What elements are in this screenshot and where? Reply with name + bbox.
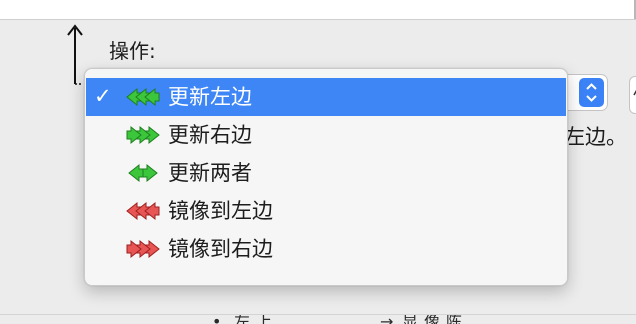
menu-item-update-right[interactable]: 更新右边: [86, 116, 566, 154]
double-arrow-right-green-icon: [126, 125, 160, 145]
popup-stepper[interactable]: [579, 78, 604, 107]
double-arrow-right-red-icon: [126, 239, 160, 259]
double-arrow-both-green-icon: [128, 163, 158, 183]
cut-off-text: 陈: [446, 315, 462, 324]
background-description-text: 左边。: [564, 125, 627, 149]
menu-item-mirror-to-left[interactable]: 镜像到左边: [86, 192, 566, 230]
bottom-divider: [0, 314, 636, 315]
operation-dropdown-menu: ✓ 更新左边 更新右边 更新两者 镜像到左边 镜像到右边: [84, 68, 568, 286]
menu-item-label: 镜像到右边: [168, 237, 273, 261]
menu-item-update-left[interactable]: ✓ 更新左边: [86, 78, 566, 116]
menu-item-label: 镜像到左边: [168, 199, 273, 223]
cut-off-text: 上: [256, 315, 272, 324]
menu-item-mirror-to-right[interactable]: 镜像到右边: [86, 230, 566, 268]
double-arrow-left-red-icon: [126, 201, 160, 221]
side-button[interactable]: [629, 76, 636, 114]
cut-off-text: 左: [234, 315, 250, 324]
checkmark-icon: ✓: [94, 84, 112, 108]
up-down-chevron-icon: [586, 83, 597, 102]
cut-off-text: →: [380, 315, 393, 324]
double-arrow-left-green-icon: [126, 87, 160, 107]
menu-item-label: 更新左边: [168, 85, 252, 109]
menu-item-label: 更新两者: [168, 161, 252, 185]
menu-item-label: 更新右边: [168, 123, 252, 147]
cut-off-text: 显: [402, 315, 418, 324]
operation-label: 操作:: [109, 39, 156, 63]
cut-off-text: 像: [424, 315, 440, 324]
top-content-strip: [0, 0, 636, 20]
menu-item-update-both[interactable]: 更新两者: [86, 154, 566, 192]
cut-off-text: •: [212, 315, 221, 324]
